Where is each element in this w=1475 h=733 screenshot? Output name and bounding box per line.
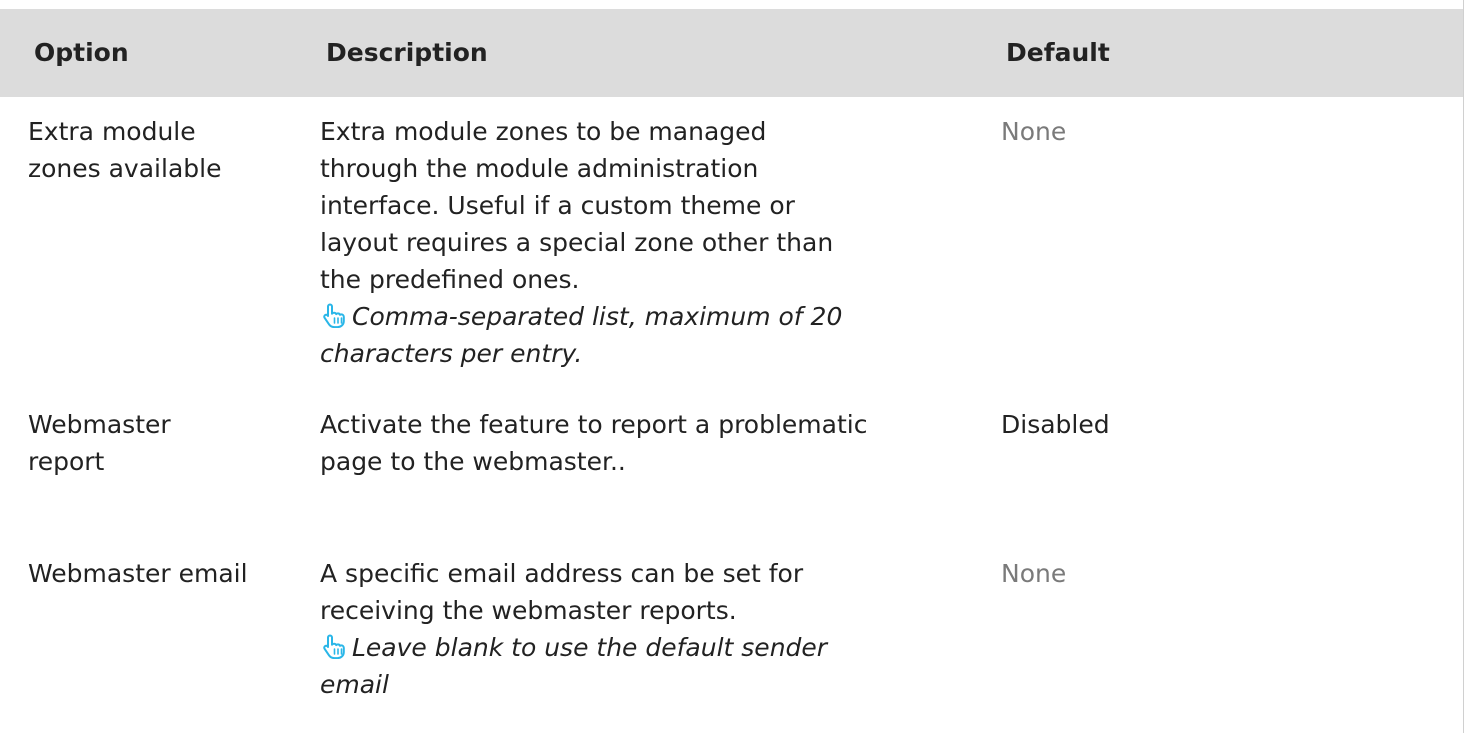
pointing-hand-icon	[320, 301, 348, 329]
option-line: Webmaster	[28, 410, 171, 439]
description-line: Activate the feature to report a problem…	[320, 410, 868, 439]
table-header: Option Description Default	[0, 9, 1463, 97]
option-line: Extra module	[28, 117, 196, 146]
note-line: email	[320, 670, 389, 699]
option-name: Webmaster report	[28, 406, 298, 480]
option-default: Disabled	[1001, 410, 1110, 439]
header-default: Default	[1006, 38, 1110, 67]
header-description: Description	[326, 38, 488, 67]
option-description: A specific email address can be set for …	[320, 555, 980, 703]
pointing-hand-icon	[320, 632, 348, 660]
option-description: Activate the feature to report a problem…	[320, 406, 980, 480]
description-line: Extra module zones to be managed	[320, 117, 767, 146]
description-line: the predefined ones.	[320, 265, 580, 294]
header-option: Option	[34, 38, 129, 67]
description-line: interface. Useful if a custom theme or	[320, 191, 795, 220]
description-line: page to the webmaster..	[320, 447, 626, 476]
description-line: A specific email address can be set for	[320, 559, 804, 588]
options-table: Option Description Default Extra module …	[0, 0, 1464, 733]
option-name: Extra module zones available	[28, 113, 298, 187]
option-line: zones available	[28, 154, 222, 183]
description-line: receiving the webmaster reports.	[320, 596, 737, 625]
note-line: Comma-separated list, maximum of 20	[352, 302, 843, 331]
option-name: Webmaster email	[28, 555, 298, 592]
option-note: Leave blank to use the default sender em…	[320, 629, 980, 703]
note-line: Leave blank to use the default sender	[352, 633, 828, 662]
option-line: Webmaster email	[28, 559, 248, 588]
option-default: None	[1001, 117, 1067, 146]
note-line: characters per entry.	[320, 339, 583, 368]
description-line: layout requires a special zone other tha…	[320, 228, 834, 257]
option-default: None	[1001, 559, 1067, 588]
description-line: through the module administration	[320, 154, 759, 183]
option-description: Extra module zones to be managed through…	[320, 113, 980, 372]
option-note: Comma-separated list, maximum of 20 char…	[320, 298, 980, 372]
option-line: report	[28, 447, 105, 476]
